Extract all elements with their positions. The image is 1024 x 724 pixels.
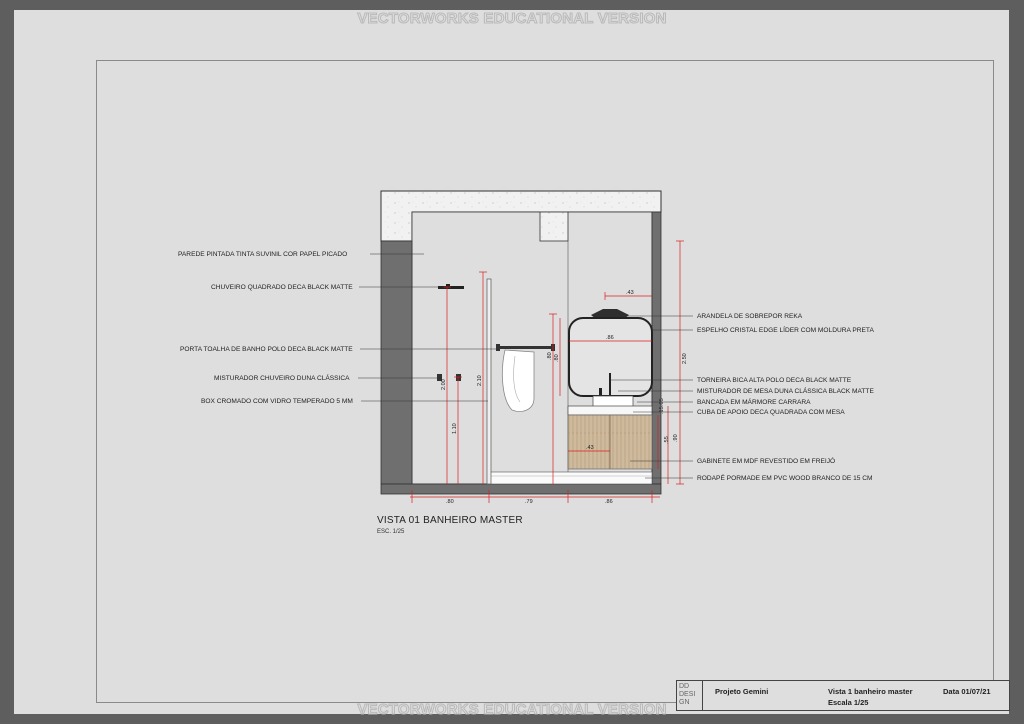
dim-cabinet-width: .43 [586,445,594,451]
label-countertop: BANCADA EM MÁRMORE CARRARA [697,397,811,406]
bathroom-elevation-drawing: .80 .79 .86 .43 .86 .43 2.00 1.10 2.10 .… [178,190,874,505]
view-scale: ESC. 1/25 [377,529,405,535]
title-block: DD DESI GN Projeto Gemini Vista 1 banhei… [676,680,1010,711]
logo: DD DESI GN [677,681,703,710]
label-baseboard: RODAPÉ PORMADE EM PVC WOOD BRANCO DE 15 … [697,473,873,482]
project-name: Projeto Gemini [715,687,769,696]
label-sconce: ARANDELA DE SOBREPOR REKA [697,313,803,320]
label-shower-head: CHUVEIRO QUADRADO DECA BLACK MATTE [211,284,353,291]
baseboard [489,471,653,485]
label-wall-paint: PAREDE PINTADA TINTA SUVINIL COR PAPEL P… [178,251,347,258]
dim-shower-height: 2.00 [441,379,447,390]
towel-bar [497,346,554,349]
faucet-icon [609,373,611,396]
right-wall [651,211,662,485]
sheet-scale: Escala 1/25 [828,698,869,707]
dim-bottom-2: .79 [525,499,533,505]
view-title: VISTA 01 BANHEIRO MASTER [377,515,523,526]
label-table-mixer: MISTURADOR DE MESA DUNA CLÁSSICA BLACK M… [697,386,874,395]
dim-bottom-1: .80 [446,499,454,505]
dim-cabinet-height: .55 [664,436,670,444]
label-cabinet: GABINETE EM MDF REVESTIDO EM FREIJÓ [697,456,835,465]
label-towel-bar: PORTA TOALHA DE BANHO POLO DECA BLACK MA… [180,346,353,353]
sheet-date: Data 01/07/21 [943,687,991,696]
dim-sconce: .43 [626,290,634,296]
dim-mirror-height: .80 [554,354,560,362]
left-wall [380,240,413,485]
dim-wall-height: 2.50 [682,353,688,364]
countertop [567,405,653,416]
dim-mixer-height: 1.10 [452,423,458,434]
dim-bottom-3: .86 [605,499,613,505]
label-faucet: TORNEIRA BICA ALTA POLO DECA BLACK MATTE [697,377,852,384]
towel [501,349,535,412]
dim-mirror-width: .86 [606,335,614,341]
label-shower-mixer: MISTURADOR CHUVEIRO DUNA CLÁSSICA [214,373,350,382]
floor-slab [380,483,662,495]
label-mirror: ESPELHO CRISTAL EDGE LÍDER COM MOLDURA P… [697,325,874,334]
dim-box-height: 2.10 [477,375,483,386]
label-basin: CUBA DE APOIO DECA QUADRADA COM MESA [697,409,845,416]
shower-box-glass [486,278,492,485]
dim-small-b: .15 [659,406,665,414]
label-shower-box: BOX CROMADO COM VIDRO TEMPERADO 5 MM [201,398,353,405]
sheet-name: Vista 1 banheiro master [828,687,913,696]
shower-head-icon [438,286,464,289]
dim-towel-height: .80 [547,352,553,360]
dim-counter-height: .90 [673,434,679,442]
